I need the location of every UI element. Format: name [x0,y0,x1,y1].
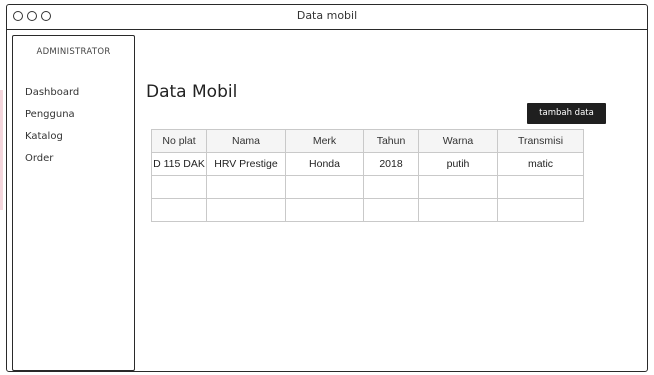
column-header-no-plat: No plat [151,129,207,153]
sidebar-item-katalog[interactable]: Katalog [25,126,79,148]
table-header-row: No plat Nama Merk Tahun Warna Transmisi [151,129,584,153]
table-cell: HRV Prestige [206,152,286,176]
title-bar: Data mobil [7,5,647,30]
table-row[interactable]: D 115 DAK HRV Prestige Honda 2018 putih … [151,152,584,176]
table-row[interactable] [151,198,584,222]
table-cell: D 115 DAK [151,152,207,176]
column-header-nama: Nama [206,129,286,153]
sidebar: ADMINISTRATOR Dashboard Pengguna Katalog… [12,35,135,371]
table-cell [418,175,498,199]
page-title: Data Mobil [146,82,238,102]
sidebar-item-order[interactable]: Order [25,148,79,170]
window-title: Data mobil [296,9,358,22]
table-cell: matic [497,152,584,176]
sidebar-menu: Dashboard Pengguna Katalog Order [25,82,79,170]
data-table: No plat Nama Merk Tahun Warna Transmisi … [151,129,584,222]
table-cell [206,198,286,222]
sidebar-item-dashboard[interactable]: Dashboard [25,82,79,104]
table-cell [363,198,419,222]
table-cell [151,175,207,199]
table-cell [285,175,364,199]
table-cell [363,175,419,199]
sidebar-item-pengguna[interactable]: Pengguna [25,104,79,126]
table-cell [151,198,207,222]
column-header-warna: Warna [418,129,498,153]
table-cell [285,198,364,222]
table-row[interactable] [151,175,584,199]
table-cell: 2018 [363,152,419,176]
column-header-merk: Merk [285,129,364,153]
table-cell [497,198,584,222]
sidebar-title: ADMINISTRATOR [36,47,111,57]
left-edge-accent [0,90,3,210]
table-cell: putih [418,152,498,176]
table-cell [497,175,584,199]
add-data-button[interactable]: tambah data [527,103,606,124]
table-cell [206,175,286,199]
column-header-tahun: Tahun [363,129,419,153]
table-cell: Honda [285,152,364,176]
table-cell [418,198,498,222]
column-header-transmisi: Transmisi [497,129,584,153]
